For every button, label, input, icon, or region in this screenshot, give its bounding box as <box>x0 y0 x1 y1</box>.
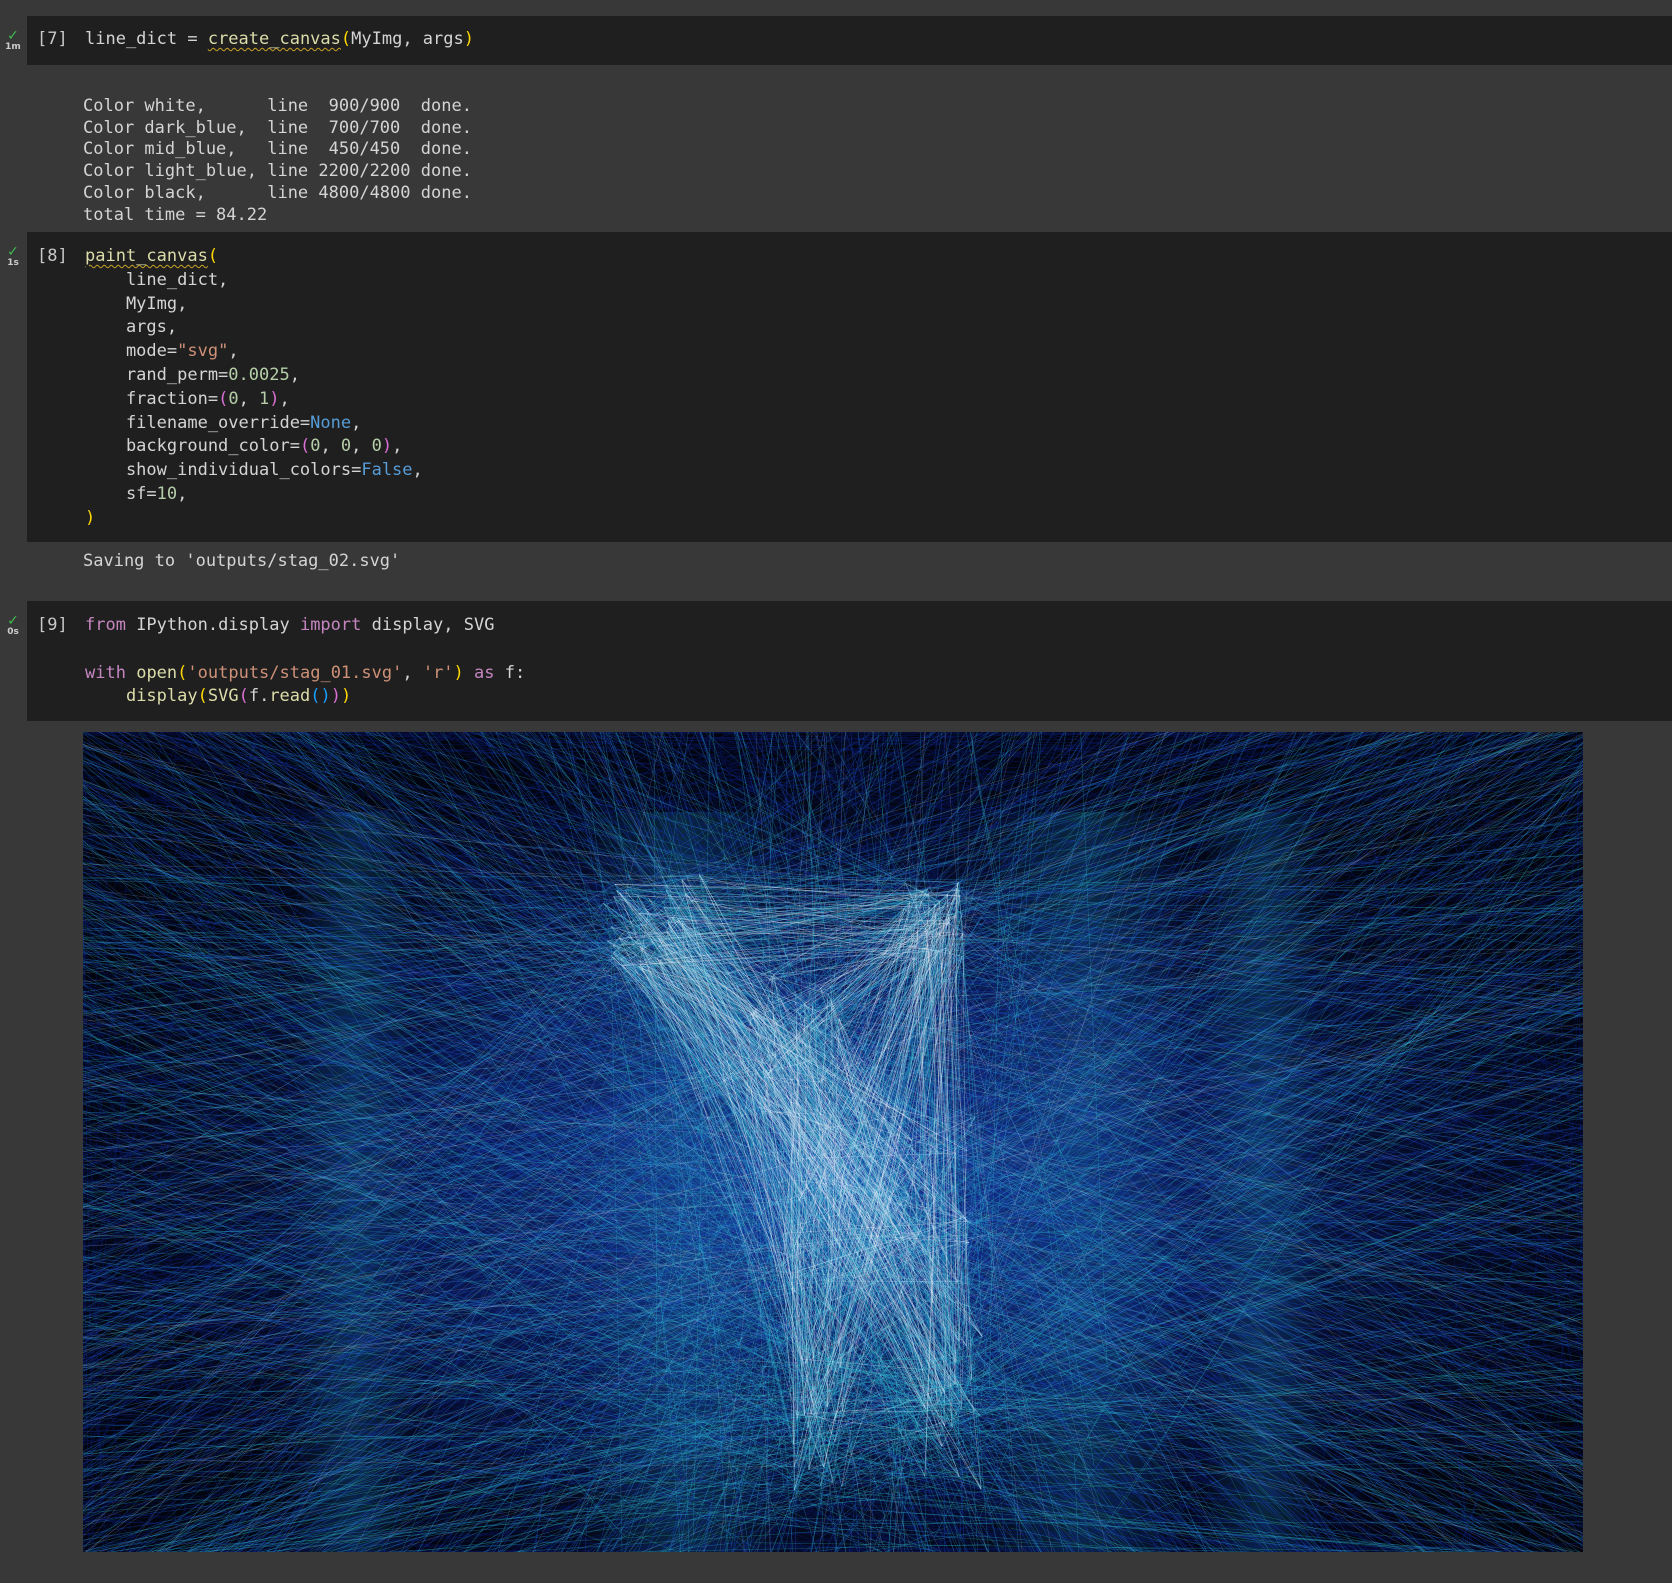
cell-7-output: Color white, line 900/900 done. Color da… <box>83 74 472 227</box>
code-cell-7[interactable]: [7] line_dict = create_canvas(MyImg, arg… <box>27 16 1672 65</box>
output-line: Color white, line 900/900 done. <box>83 95 472 116</box>
output-line: total time = 84.22 <box>83 204 268 225</box>
execution-count: [8] <box>37 246 68 266</box>
output-line: Color black, line 4800/4800 done. <box>83 182 472 203</box>
cell-status-time: 1m <box>5 42 21 52</box>
cell-status-time: 0s <box>7 627 19 637</box>
check-icon: ✓ <box>7 28 19 44</box>
string-art-stag-image <box>83 732 1583 1552</box>
cell-8-status: ✓ 1s <box>0 244 26 268</box>
code-cell-8[interactable]: [8] paint_canvas( line_dict, MyImg, args… <box>27 232 1672 542</box>
output-line: Color mid_blue, line 450/450 done. <box>83 139 472 160</box>
cell-7-status: ✓ 1m <box>0 28 26 52</box>
execution-count: [7] <box>37 29 68 49</box>
code-editor[interactable]: line_dict = create_canvas(MyImg, args) <box>85 28 1652 52</box>
output-line: Color light_blue, line 2200/2200 done. <box>83 161 472 182</box>
svg-output <box>83 732 1583 1552</box>
code-editor[interactable]: from IPython.display import display, SVG… <box>85 614 1652 709</box>
output-line: Color dark_blue, line 700/700 done. <box>83 117 472 138</box>
cell-status-time: 1s <box>7 258 19 268</box>
code-editor[interactable]: paint_canvas( line_dict, MyImg, args, mo… <box>85 245 1652 531</box>
execution-count: [9] <box>37 615 68 635</box>
cell-9-status: ✓ 0s <box>0 613 26 637</box>
code-cell-9[interactable]: [9] from IPython.display import display,… <box>27 601 1672 721</box>
output-line: Saving to 'outputs/stag_02.svg' <box>83 551 401 571</box>
check-icon: ✓ <box>7 613 19 629</box>
cell-8-output: Saving to 'outputs/stag_02.svg' <box>83 551 400 573</box>
check-icon: ✓ <box>7 244 19 260</box>
code-line: line_dict = create_canvas(MyImg, args) <box>85 29 474 49</box>
